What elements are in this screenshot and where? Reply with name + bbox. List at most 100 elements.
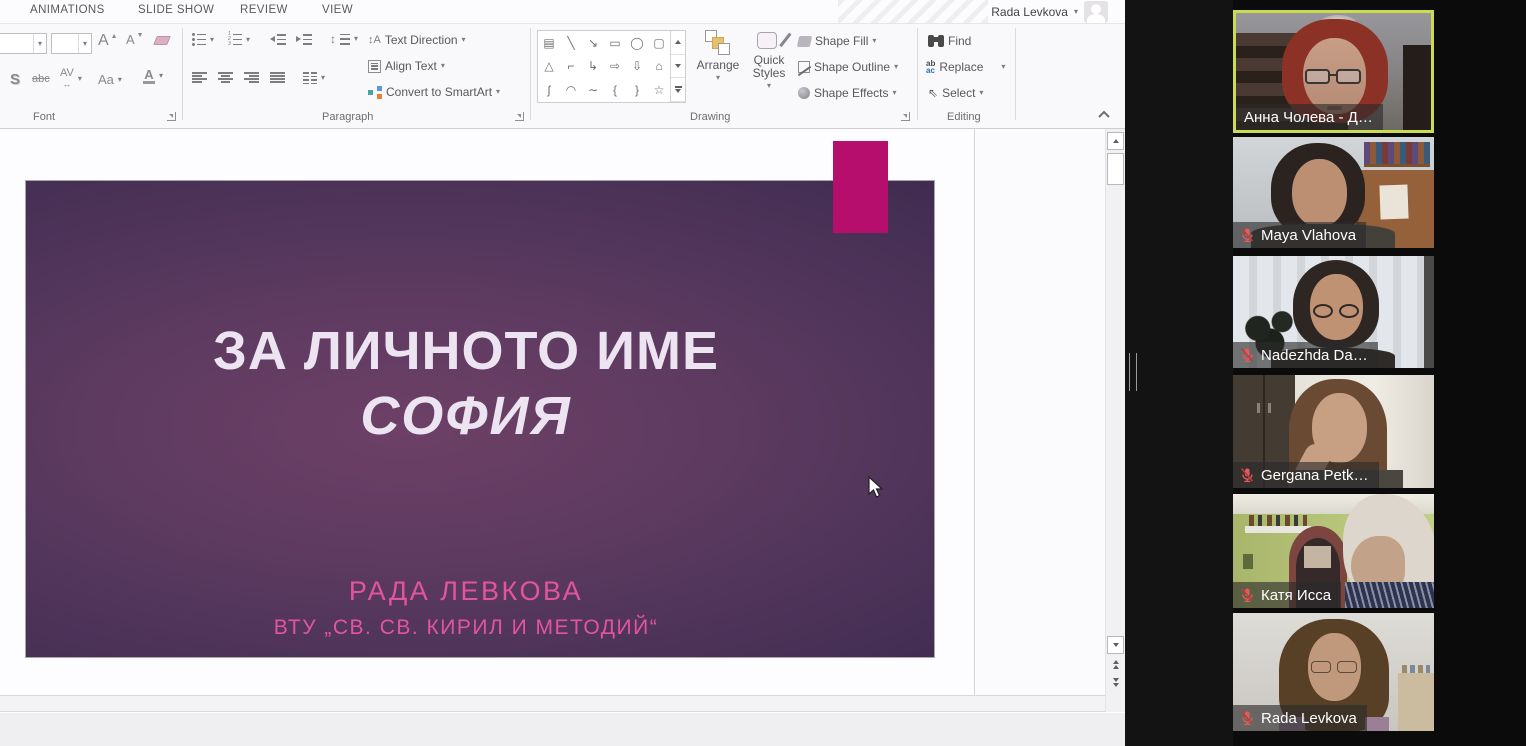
slide-canvas[interactable]: ЗА ЛИЧНОТО ИМЕ СОФИЯ РАДА ЛЕВКОВА ВТУ „С…: [0, 129, 975, 695]
font-name-combo[interactable]: ▾: [0, 33, 47, 54]
participant-tile[interactable]: Анна Чолева - Д…: [1233, 10, 1434, 133]
shape-line[interactable]: ╲: [560, 31, 582, 55]
participant-tile[interactable]: Rada Levkova: [1233, 613, 1434, 731]
slide-title[interactable]: ЗА ЛИЧНОТО ИМЕ СОФИЯ: [86, 322, 846, 447]
clear-formatting-button[interactable]: [155, 36, 169, 45]
align-text-icon: [368, 60, 381, 73]
bullets-button[interactable]: ▾: [192, 33, 214, 46]
gallery-scroll-down-button[interactable]: [671, 55, 685, 79]
align-text-button[interactable]: Align Text ▾: [368, 59, 445, 73]
shape-left-brace[interactable]: {: [604, 78, 626, 102]
text-shadow-button[interactable]: S: [10, 71, 20, 88]
arrange-button[interactable]: Arrange ▾: [694, 30, 742, 82]
font-color-button[interactable]: A ▾: [143, 68, 163, 84]
sidebar-drag-handle[interactable]: [1129, 353, 1137, 391]
align-right-button[interactable]: [244, 72, 259, 83]
select-label: Select: [942, 86, 975, 100]
quick-styles-button[interactable]: Quick Styles ▾: [746, 30, 792, 90]
shape-text-box[interactable]: ▤: [538, 31, 560, 55]
font-group-label: Font: [33, 111, 55, 123]
shape-down-arrow[interactable]: ⇩: [626, 55, 648, 79]
drawing-dialog-launcher[interactable]: [901, 112, 910, 121]
find-button[interactable]: Find: [928, 34, 971, 48]
shape-oval[interactable]: ◯: [626, 31, 648, 55]
shrink-font-button[interactable]: A▼: [126, 32, 144, 47]
shape-arc[interactable]: ◠: [560, 78, 582, 102]
participant-name-bar: Maya Vlahova: [1233, 222, 1366, 248]
slide-subtitle[interactable]: РАДА ЛЕВКОВА ВТУ „СВ. СВ. КИРИЛ И МЕТОДИ…: [86, 576, 846, 640]
font-size-combo[interactable]: ▾: [51, 33, 92, 54]
align-left-button[interactable]: [192, 72, 207, 83]
select-button[interactable]: ⇖ Select ▾: [928, 86, 983, 100]
participant-tile[interactable]: Gergana Petk…: [1233, 375, 1434, 488]
line-spacing-button[interactable]: ↕ ▾: [330, 32, 358, 46]
account-menu[interactable]: Rada Levkova ▾: [991, 0, 1108, 24]
decrease-indent-button[interactable]: [270, 34, 286, 45]
slide-accent-rectangle[interactable]: [833, 141, 888, 233]
quick-styles-icon: [757, 30, 781, 52]
slide[interactable]: ЗА ЛИЧНОТО ИМЕ СОФИЯ РАДА ЛЕВКОВА ВТУ „С…: [25, 180, 935, 658]
shape-right-arrow[interactable]: ⇨: [604, 55, 626, 79]
shape-right-brace[interactable]: }: [626, 78, 648, 102]
gallery-scroll-up-button[interactable]: [671, 31, 685, 55]
tab-review[interactable]: REVIEW: [240, 4, 288, 16]
next-slide-button[interactable]: [1107, 675, 1124, 689]
shape-effects-button[interactable]: Shape Effects ▾: [798, 86, 897, 100]
strikethrough-button[interactable]: abc: [32, 73, 50, 85]
shape-l-shape[interactable]: ⌂: [648, 55, 670, 79]
wall-item-shape: [1243, 554, 1253, 569]
shape-arrow[interactable]: ↘: [582, 31, 604, 55]
glasses-shape: [1330, 74, 1336, 76]
scroll-up-button[interactable]: [1107, 132, 1124, 150]
participant-tile[interactable]: Maya Vlahova: [1233, 137, 1434, 248]
increase-indent-button[interactable]: [296, 34, 312, 45]
convert-to-smartart-button[interactable]: Convert to SmartArt ▾: [368, 85, 500, 99]
replace-button[interactable]: ab ac Replace ▾: [926, 60, 1005, 74]
scroll-down-button[interactable]: [1107, 636, 1124, 654]
shape-fill-button[interactable]: Shape Fill ▾: [798, 34, 876, 48]
outdent-icon: [270, 34, 286, 45]
cursor-arrow-icon: ⇖: [928, 86, 938, 100]
justify-button[interactable]: [270, 72, 285, 83]
gallery-more-button[interactable]: [671, 78, 685, 102]
shape-curve[interactable]: ∼: [582, 78, 604, 102]
shape-elbow-arrow-connector[interactable]: ↳: [582, 55, 604, 79]
muted-mic-icon: [1239, 347, 1255, 363]
shape-rounded-rectangle[interactable]: ▢: [648, 31, 670, 55]
paragraph-dialog-launcher[interactable]: [515, 112, 524, 121]
face-shape: [1292, 159, 1347, 227]
participant-tile[interactable]: Nadezhda Da…: [1233, 256, 1434, 368]
tab-animations[interactable]: ANIMATIONS: [30, 4, 105, 16]
columns-button[interactable]: ▾: [303, 72, 325, 84]
shape-fill-label: Shape Fill: [815, 34, 868, 48]
previous-slide-button[interactable]: [1107, 657, 1124, 671]
shape-rectangle[interactable]: ▭: [604, 31, 626, 55]
align-center-button[interactable]: [218, 72, 233, 83]
tab-view[interactable]: VIEW: [322, 4, 353, 16]
text-direction-label: Text Direction: [385, 33, 458, 47]
meeting-participants-panel: Анна Чолева - Д… Maya Vlahova: [1233, 0, 1434, 746]
participant-name: Rada Levkova: [1261, 710, 1357, 727]
replace-icon: ab ac: [926, 60, 935, 74]
vertical-scrollbar[interactable]: [1105, 129, 1125, 712]
change-case-button[interactable]: Aa▾: [98, 72, 122, 87]
scrollbar-thumb[interactable]: [1107, 153, 1124, 185]
text-direction-button[interactable]: ↕A Text Direction ▾: [368, 33, 466, 47]
shape-elbow-connector[interactable]: ⌐: [560, 55, 582, 79]
paint-bucket-icon: [797, 36, 812, 47]
tab-slide-show[interactable]: SLIDE SHOW: [138, 4, 214, 16]
shape-star[interactable]: ☆: [648, 78, 670, 102]
numbering-button[interactable]: 123 ▾: [228, 33, 250, 46]
chevron-down-icon: ▾: [462, 36, 466, 44]
participant-tile[interactable]: Катя Исса: [1233, 494, 1434, 608]
font-dialog-launcher[interactable]: [167, 112, 176, 121]
grow-font-button[interactable]: A▲: [98, 32, 118, 50]
shape-triangle[interactable]: △: [538, 55, 560, 79]
character-spacing-button[interactable]: AV↔ ▾: [60, 68, 82, 90]
shape-scribble[interactable]: ʃ: [538, 78, 560, 102]
shape-outline-button[interactable]: Shape Outline ▾: [798, 60, 898, 74]
collapse-ribbon-button[interactable]: [1096, 108, 1116, 126]
drawing-group-label: Drawing: [690, 111, 730, 123]
avatar[interactable]: [1084, 1, 1108, 23]
chevron-down-icon: ▾: [118, 76, 122, 84]
